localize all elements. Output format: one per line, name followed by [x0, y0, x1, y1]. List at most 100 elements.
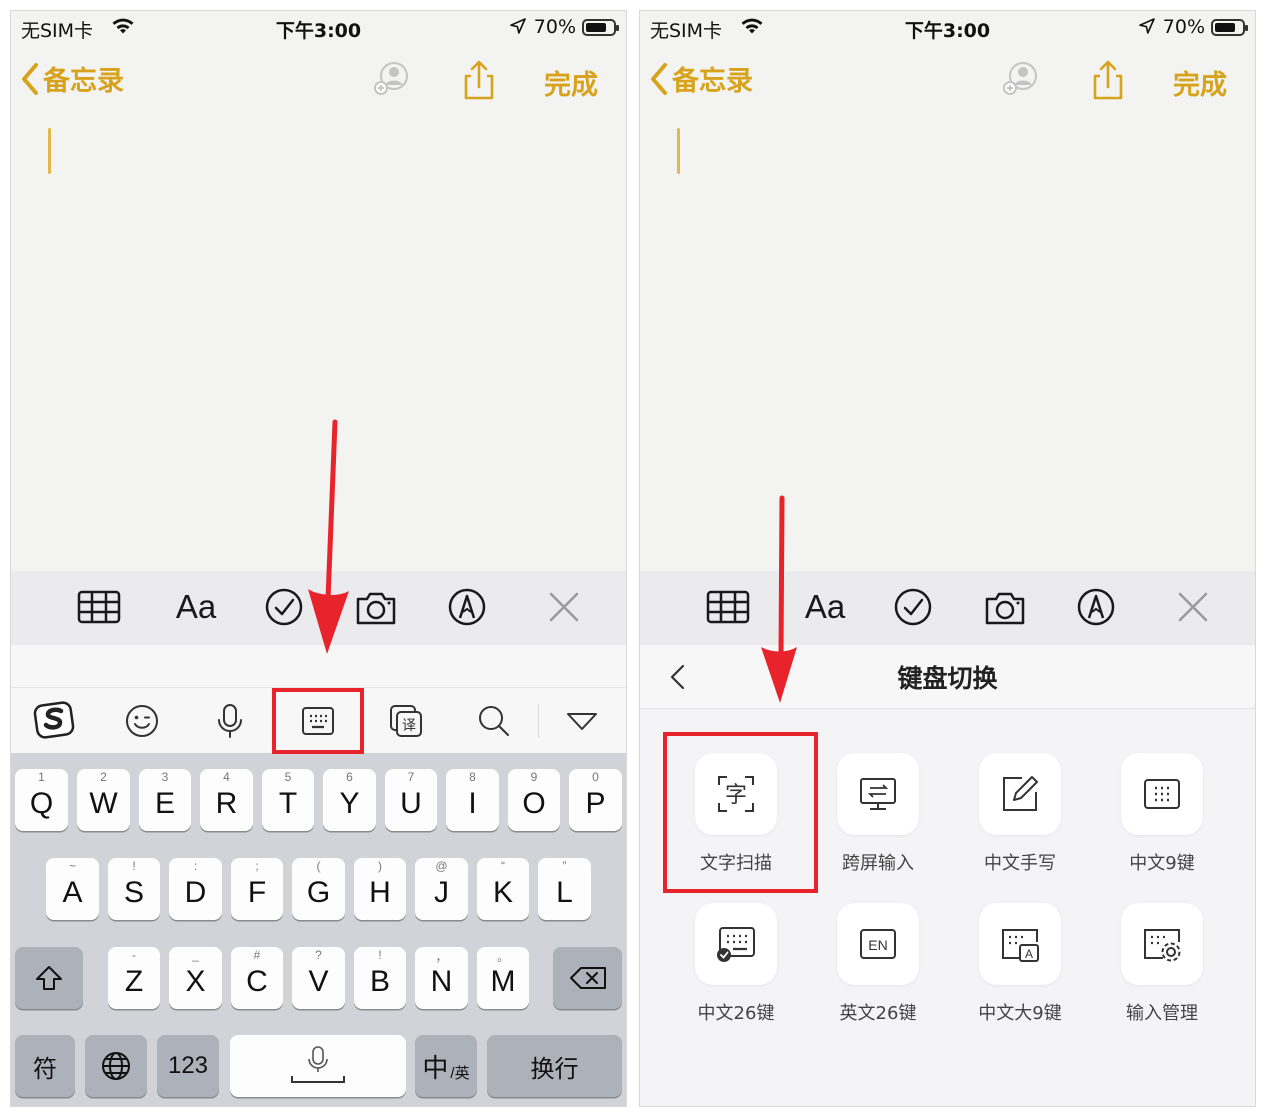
key-c[interactable]: # C [231, 947, 283, 1009]
svg-text:EN: EN [868, 937, 887, 953]
text-style-button[interactable]: Aa [800, 587, 850, 627]
done-button[interactable]: 完成 [544, 63, 598, 102]
numbers-key[interactable]: 123 [157, 1035, 219, 1097]
status-bar: 无SIM卡 下午3:00 70% [640, 11, 1255, 45]
text-style-button[interactable]: Aa [171, 587, 221, 627]
tile-26-key-cn[interactable]: 中文26键 [676, 903, 796, 1025]
add-people-icon[interactable] [998, 59, 1044, 103]
cn-26-key-icon [695, 903, 777, 985]
key-b[interactable]: ! B [354, 947, 406, 1009]
lang-switch-key[interactable]: 中/英 [415, 1035, 477, 1097]
delete-key[interactable] [553, 947, 622, 1009]
space-mic-icon [291, 1046, 345, 1083]
share-icon[interactable] [1090, 59, 1126, 103]
tile-label: 英文26键 [839, 1003, 917, 1024]
back-button[interactable]: 备忘录 [650, 59, 753, 98]
key-f[interactable]: ; F [231, 858, 283, 920]
tile-label: 中文9键 [1129, 853, 1195, 874]
key-i[interactable]: 8I [446, 769, 499, 831]
battery-icon [1211, 19, 1248, 36]
chevron-left-icon [22, 62, 38, 95]
nav-bar: 备忘录 完成 [11, 59, 626, 109]
tile-9-key[interactable]: 中文9键 [1102, 753, 1222, 875]
key-j[interactable]: @ J [415, 858, 468, 920]
sogou-logo-icon[interactable] [31, 698, 77, 744]
key-y[interactable]: 6Y [323, 769, 376, 831]
highlight-text-scan [663, 732, 818, 893]
symbol-key[interactable]: 符 [15, 1035, 75, 1097]
add-people-icon[interactable] [369, 59, 415, 103]
key-s[interactable]: ! S [108, 858, 160, 920]
format-toolbar: Aa [640, 571, 1255, 645]
close-icon[interactable] [1177, 587, 1209, 627]
status-bar: 无SIM卡 下午3:00 70% [11, 11, 626, 45]
key-n[interactable]: ， N [415, 947, 468, 1009]
table-icon[interactable] [77, 587, 121, 627]
emoji-icon[interactable] [119, 698, 165, 744]
key-t[interactable]: 5T [262, 769, 314, 831]
key-e[interactable]: 3E [139, 769, 191, 831]
key-h[interactable]: ) H [354, 858, 406, 920]
markup-pen-icon[interactable] [1076, 587, 1116, 627]
share-icon[interactable] [461, 59, 497, 103]
back-button[interactable]: 备忘录 [21, 59, 124, 98]
camera-icon[interactable] [354, 587, 398, 627]
red-arrow-icon [308, 419, 349, 654]
camera-icon[interactable] [983, 587, 1027, 627]
red-arrow-icon [761, 495, 797, 703]
location-icon [510, 18, 526, 34]
battery-percent: 70% [533, 16, 576, 38]
highlight-keyboard-switch [272, 688, 364, 754]
tile-cross-screen[interactable]: 跨屏输入 [818, 753, 938, 875]
globe-key[interactable] [85, 1035, 147, 1097]
tile-label: 中文大9键 [978, 1003, 1062, 1024]
search-icon[interactable] [471, 698, 517, 744]
shift-key[interactable] [15, 947, 83, 1009]
close-icon[interactable] [548, 587, 580, 627]
done-button[interactable]: 完成 [1173, 63, 1227, 102]
tile-label: 跨屏输入 [842, 853, 914, 874]
notes-screen-keyboard: 无SIM卡 下午3:00 70% 备忘录 完成 Aa 译 1 Q 2 W 3 E… [10, 10, 627, 1107]
microphone-icon[interactable] [207, 698, 253, 744]
key-x[interactable]: _ X [169, 947, 222, 1009]
text-cursor [677, 128, 680, 174]
space-key[interactable] [230, 1035, 406, 1097]
translate-icon[interactable]: 译 [383, 698, 429, 744]
hide-keyboard-icon[interactable] [559, 698, 605, 744]
key-p[interactable]: 0P [569, 769, 622, 831]
key-v[interactable]: ? V [292, 947, 345, 1009]
return-key[interactable]: 换行 [487, 1035, 622, 1097]
key-m[interactable]: 。 M [477, 947, 529, 1009]
divider [538, 704, 539, 738]
input-settings-icon [1121, 903, 1203, 985]
key-r[interactable]: 4R [200, 769, 253, 831]
tile-input-management[interactable]: 输入管理 [1102, 903, 1222, 1025]
shift-icon [36, 966, 62, 990]
tile-label: 中文手写 [984, 853, 1056, 874]
text-cursor [48, 128, 51, 174]
nav-bar: 备忘录 完成 [640, 59, 1255, 109]
tile-label: 中文26键 [697, 1003, 775, 1024]
checklist-icon[interactable] [264, 587, 304, 627]
key-d[interactable]: :D [169, 858, 222, 920]
panel-title: 键盘切换 [897, 664, 998, 693]
tile-handwriting[interactable]: 中文手写 [960, 753, 1080, 875]
markup-pen-icon[interactable] [447, 587, 487, 627]
key-k[interactable]: “K [477, 858, 529, 920]
table-icon[interactable] [706, 587, 750, 627]
tile-label: 输入管理 [1126, 1003, 1198, 1024]
key-u[interactable]: 7U [385, 769, 437, 831]
key-a[interactable]: ~ A [46, 858, 99, 920]
key-z[interactable]: -Z [108, 947, 160, 1009]
key-q[interactable]: 1Q [15, 769, 68, 831]
svg-text:A: A [1025, 947, 1033, 961]
battery-percent: 70% [1162, 16, 1205, 38]
nine-key-icon [1121, 753, 1203, 835]
tile-big-9-key[interactable]: A 中文大9键 [960, 903, 1080, 1025]
key-l[interactable]: ” L [538, 858, 591, 920]
key-g[interactable]: (G [292, 858, 345, 920]
key-o[interactable]: 9O [508, 769, 560, 831]
tile-26-key-en[interactable]: EN 英文26键 [818, 903, 938, 1025]
key-w[interactable]: 2W [77, 769, 130, 831]
checklist-icon[interactable] [893, 587, 933, 627]
